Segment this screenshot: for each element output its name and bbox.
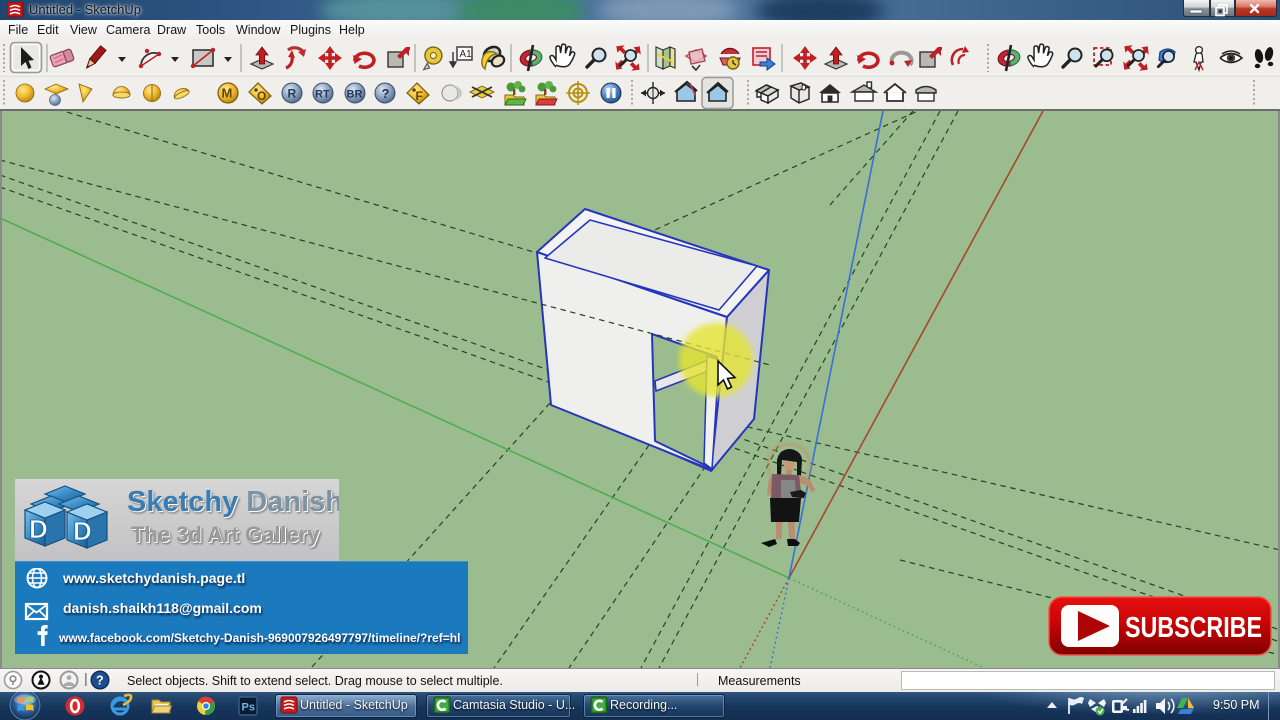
svg-text:Ps: Ps	[242, 702, 255, 714]
svg-text:M: M	[222, 86, 233, 101]
svg-text:?: ?	[382, 86, 390, 101]
svg-text:D: D	[73, 516, 92, 546]
svg-text:A1: A1	[460, 49, 473, 60]
svg-text:F: F	[416, 89, 423, 103]
svg-text:D: D	[29, 514, 48, 544]
svg-text:R: R	[288, 87, 297, 101]
svg-text:SUBSCRIBE: SUBSCRIBE	[1125, 612, 1262, 644]
svg-text:?: ?	[96, 674, 104, 688]
svg-text:O: O	[257, 89, 266, 103]
svg-text:RT: RT	[315, 89, 330, 101]
svg-text:BR: BR	[347, 89, 363, 101]
